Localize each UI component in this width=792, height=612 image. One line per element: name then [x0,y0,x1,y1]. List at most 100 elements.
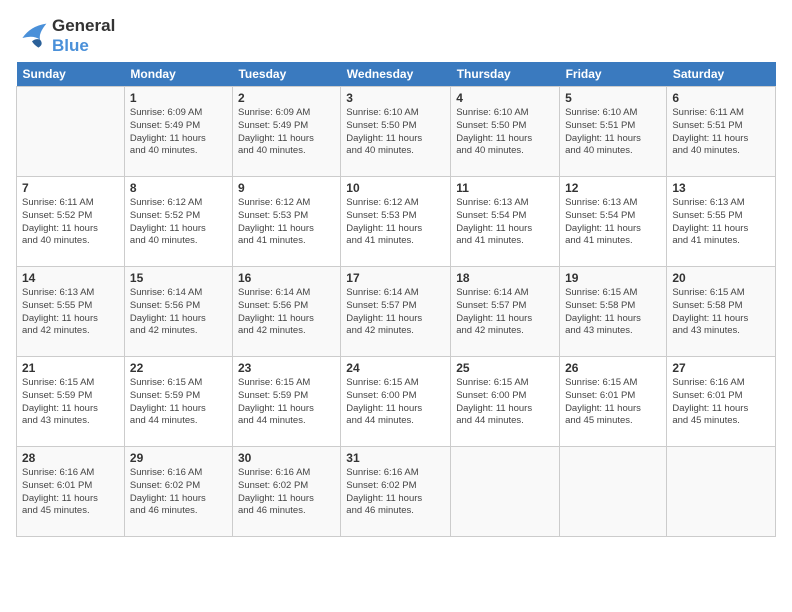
day-number: 7 [22,181,119,195]
calendar-cell: 28 Sunrise: 6:16 AM Sunset: 6:01 PM Dayli… [17,447,125,537]
day-number: 30 [238,451,335,465]
header: General Blue [16,16,776,56]
day-info: Sunrise: 6:13 AM Sunset: 5:54 PM Dayligh… [565,197,661,248]
day-info: Sunrise: 6:15 AM Sunset: 5:59 PM Dayligh… [238,377,335,428]
day-number: 10 [346,181,445,195]
day-number: 28 [22,451,119,465]
day-number: 16 [238,271,335,285]
day-info: Sunrise: 6:14 AM Sunset: 5:57 PM Dayligh… [346,287,445,338]
day-number: 29 [130,451,227,465]
day-number: 8 [130,181,227,195]
calendar-cell: 14 Sunrise: 6:13 AM Sunset: 5:55 PM Dayli… [17,267,125,357]
day-number: 11 [456,181,554,195]
day-info: Sunrise: 6:13 AM Sunset: 5:54 PM Dayligh… [456,197,554,248]
day-info: Sunrise: 6:16 AM Sunset: 6:02 PM Dayligh… [130,467,227,518]
day-number: 4 [456,91,554,105]
day-info: Sunrise: 6:09 AM Sunset: 5:49 PM Dayligh… [238,107,335,158]
calendar-cell [560,447,667,537]
day-info: Sunrise: 6:11 AM Sunset: 5:51 PM Dayligh… [672,107,770,158]
calendar-cell: 7 Sunrise: 6:11 AM Sunset: 5:52 PM Daylig… [17,177,125,267]
day-info: Sunrise: 6:12 AM Sunset: 5:53 PM Dayligh… [346,197,445,248]
calendar-cell: 3Sunrise: 6:10 AM Sunset: 5:50 PM Daylig… [341,87,451,177]
calendar-cell: 21 Sunrise: 6:15 AM Sunset: 5:59 PM Dayli… [17,357,125,447]
calendar-cell: 27Sunrise: 6:16 AM Sunset: 6:01 PM Dayli… [667,357,776,447]
day-info: Sunrise: 6:14 AM Sunset: 5:56 PM Dayligh… [238,287,335,338]
day-number: 23 [238,361,335,375]
day-number: 31 [346,451,445,465]
calendar-week-4: 21 Sunrise: 6:15 AM Sunset: 5:59 PM Dayli… [17,357,776,447]
calendar-cell [451,447,560,537]
weekday-header-friday: Friday [560,62,667,87]
calendar-cell: 30 Sunrise: 6:16 AM Sunset: 6:02 PM Dayli… [232,447,340,537]
calendar-cell: 29 Sunrise: 6:16 AM Sunset: 6:02 PM Dayli… [124,447,232,537]
day-info: Sunrise: 6:10 AM Sunset: 5:50 PM Dayligh… [456,107,554,158]
day-number: 26 [565,361,661,375]
weekday-header-sunday: Sunday [17,62,125,87]
calendar-cell: 6 Sunrise: 6:11 AM Sunset: 5:51 PM Daylig… [667,87,776,177]
logo-bird-icon [16,22,48,50]
day-info: Sunrise: 6:16 AM Sunset: 6:01 PM Dayligh… [22,467,119,518]
calendar-cell: 31 Sunrise: 6:16 AM Sunset: 6:02 PM Dayli… [341,447,451,537]
day-number: 12 [565,181,661,195]
calendar-cell [17,87,125,177]
calendar-cell: 20 Sunrise: 6:15 AM Sunset: 5:58 PM Dayli… [667,267,776,357]
calendar-cell: 23 Sunrise: 6:15 AM Sunset: 5:59 PM Dayli… [232,357,340,447]
calendar-body: 1 Sunrise: 6:09 AM Sunset: 5:49 PM Daylig… [17,87,776,537]
calendar-cell: 5 Sunrise: 6:10 AM Sunset: 5:51 PM Daylig… [560,87,667,177]
day-number: 1 [130,91,227,105]
calendar-cell: 26Sunrise: 6:15 AM Sunset: 6:01 PM Dayli… [560,357,667,447]
day-number: 14 [22,271,119,285]
calendar-week-5: 28 Sunrise: 6:16 AM Sunset: 6:01 PM Dayli… [17,447,776,537]
day-info: Sunrise: 6:14 AM Sunset: 5:57 PM Dayligh… [456,287,554,338]
day-info: Sunrise: 6:16 AM Sunset: 6:02 PM Dayligh… [346,467,445,518]
calendar-cell: 10 Sunrise: 6:12 AM Sunset: 5:53 PM Dayli… [341,177,451,267]
day-number: 2 [238,91,335,105]
weekday-header-tuesday: Tuesday [232,62,340,87]
weekday-header-saturday: Saturday [667,62,776,87]
weekday-header-thursday: Thursday [451,62,560,87]
calendar-cell: 9Sunrise: 6:12 AM Sunset: 5:53 PM Daylig… [232,177,340,267]
day-info: Sunrise: 6:15 AM Sunset: 5:59 PM Dayligh… [22,377,119,428]
day-info: Sunrise: 6:11 AM Sunset: 5:52 PM Dayligh… [22,197,119,248]
day-number: 5 [565,91,661,105]
day-number: 22 [130,361,227,375]
calendar-cell: 2 Sunrise: 6:09 AM Sunset: 5:49 PM Daylig… [232,87,340,177]
day-number: 25 [456,361,554,375]
day-info: Sunrise: 6:14 AM Sunset: 5:56 PM Dayligh… [130,287,227,338]
day-number: 21 [22,361,119,375]
day-info: Sunrise: 6:15 AM Sunset: 5:58 PM Dayligh… [565,287,661,338]
calendar-header: SundayMondayTuesdayWednesdayThursdayFrid… [17,62,776,87]
calendar-cell: 4 Sunrise: 6:10 AM Sunset: 5:50 PM Daylig… [451,87,560,177]
page-container: General Blue SundayMondayTuesdayWednesda… [0,0,792,545]
day-info: Sunrise: 6:15 AM Sunset: 6:00 PM Dayligh… [456,377,554,428]
day-number: 3 [346,91,445,105]
day-info: Sunrise: 6:15 AM Sunset: 5:58 PM Dayligh… [672,287,770,338]
day-info: Sunrise: 6:12 AM Sunset: 5:52 PM Dayligh… [130,197,227,248]
calendar-cell: 25 Sunrise: 6:15 AM Sunset: 6:00 PM Dayli… [451,357,560,447]
calendar-cell: 24 Sunrise: 6:15 AM Sunset: 6:00 PM Dayli… [341,357,451,447]
weekday-header-row: SundayMondayTuesdayWednesdayThursdayFrid… [17,62,776,87]
day-number: 24 [346,361,445,375]
calendar-week-3: 14 Sunrise: 6:13 AM Sunset: 5:55 PM Dayli… [17,267,776,357]
day-info: Sunrise: 6:10 AM Sunset: 5:51 PM Dayligh… [565,107,661,158]
calendar-week-1: 1 Sunrise: 6:09 AM Sunset: 5:49 PM Daylig… [17,87,776,177]
weekday-header-monday: Monday [124,62,232,87]
weekday-header-wednesday: Wednesday [341,62,451,87]
day-info: Sunrise: 6:13 AM Sunset: 5:55 PM Dayligh… [672,197,770,248]
calendar-cell: 18Sunrise: 6:14 AM Sunset: 5:57 PM Dayli… [451,267,560,357]
day-number: 20 [672,271,770,285]
calendar-cell: 15 Sunrise: 6:14 AM Sunset: 5:56 PM Dayli… [124,267,232,357]
day-number: 15 [130,271,227,285]
logo: General Blue [16,16,115,56]
day-info: Sunrise: 6:13 AM Sunset: 5:55 PM Dayligh… [22,287,119,338]
day-number: 19 [565,271,661,285]
calendar-cell [667,447,776,537]
calendar-cell: 16 Sunrise: 6:14 AM Sunset: 5:56 PM Dayli… [232,267,340,357]
calendar-table: SundayMondayTuesdayWednesdayThursdayFrid… [16,62,776,537]
calendar-cell: 1Sunrise: 6:09 AM Sunset: 5:49 PM Daylig… [124,87,232,177]
day-info: Sunrise: 6:15 AM Sunset: 6:00 PM Dayligh… [346,377,445,428]
day-info: Sunrise: 6:12 AM Sunset: 5:53 PM Dayligh… [238,197,335,248]
day-info: Sunrise: 6:16 AM Sunset: 6:02 PM Dayligh… [238,467,335,518]
calendar-cell: 12 Sunrise: 6:13 AM Sunset: 5:54 PM Dayli… [560,177,667,267]
day-number: 6 [672,91,770,105]
